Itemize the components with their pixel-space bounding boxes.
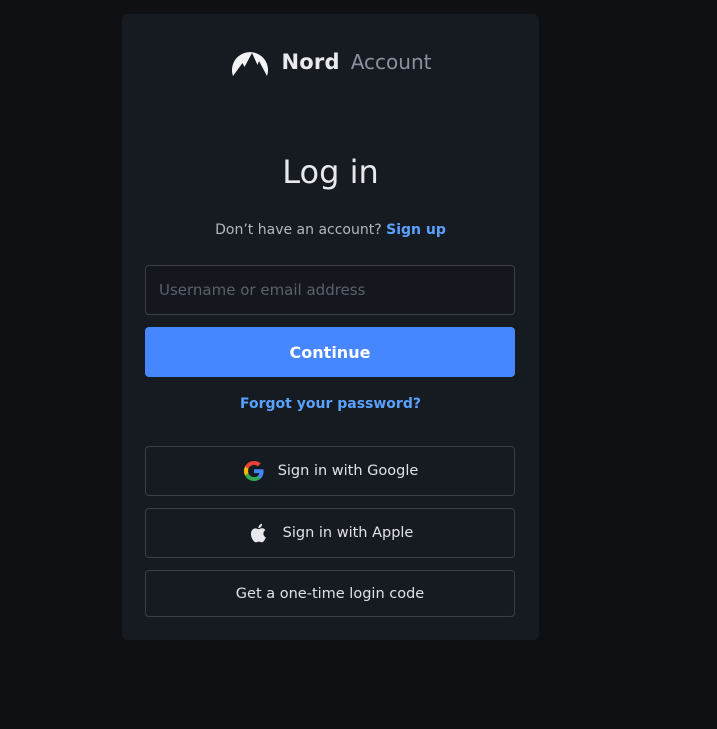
forgot-password-link[interactable]: Forgot your password? [122, 394, 539, 414]
google-signin-label: Sign in with Google [277, 463, 419, 479]
brand-header: Nord Account [122, 44, 539, 80]
signup-prompt: Don’t have an account? [215, 222, 382, 238]
brand-product: Account [350, 50, 432, 74]
signup-link[interactable]: Sign up [386, 222, 446, 238]
login-card: Nord Account Log in Don’t have an accoun… [122, 14, 539, 640]
one-time-code-button[interactable]: Get a one-time login code [145, 570, 515, 617]
signup-prompt-line: Don’t have an account? Sign up [122, 220, 539, 240]
page-title: Log in [282, 153, 379, 191]
google-icon [243, 461, 264, 481]
apple-signin-label: Sign in with Apple [282, 525, 414, 541]
continue-button[interactable]: Continue [145, 327, 515, 377]
nord-mountain-icon [231, 52, 268, 76]
google-signin-button[interactable]: Sign in with Google [145, 446, 515, 496]
username-email-input[interactable] [145, 265, 515, 315]
apple-icon [250, 523, 266, 543]
brand-name: Nord [281, 50, 340, 74]
apple-signin-button[interactable]: Sign in with Apple [145, 508, 515, 558]
